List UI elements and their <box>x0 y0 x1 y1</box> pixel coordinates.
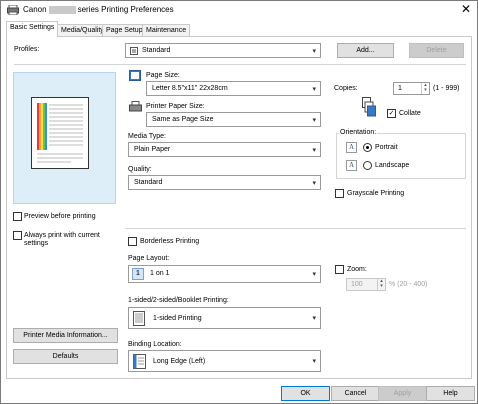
tab-media-quality[interactable]: Media/Quality <box>57 24 108 36</box>
tab-maintenance[interactable]: Maintenance <box>142 24 191 36</box>
zoom-input[interactable]: 100 ▴ ▾ <box>346 278 386 291</box>
chevron-down-icon: ▾ <box>312 86 316 93</box>
one-sided-page-icon <box>133 311 145 326</box>
divider <box>125 228 466 229</box>
quality-value: Standard <box>134 179 163 186</box>
profile-icon <box>130 47 138 55</box>
window-title-prefix: Canon <box>23 5 47 14</box>
page-size-select[interactable]: Letter 8.5"x11" 22x28cm ▾ <box>146 81 321 96</box>
chevron-down-icon: ▾ <box>312 180 316 187</box>
chevron-down-icon: ▾ <box>312 315 316 322</box>
binding-label: Binding Location: <box>128 341 182 348</box>
redacted-model-name <box>48 5 76 14</box>
close-icon[interactable]: ✕ <box>461 3 471 15</box>
printer-media-information-button[interactable]: Printer Media Information... <box>13 328 118 343</box>
page-layout-select[interactable]: 1 1 on 1 ▾ <box>128 265 321 283</box>
landscape-icon: A <box>346 160 357 171</box>
preview-checkbox[interactable] <box>13 212 22 221</box>
chevron-down-icon: ▾ <box>312 48 316 55</box>
spin-down-icon[interactable]: ▾ <box>378 284 385 289</box>
preview-label: Preview before printing <box>24 213 96 220</box>
printer-paper-size-label: Printer Paper Size: <box>146 103 205 110</box>
quality-label: Quality: <box>128 166 152 173</box>
chevron-down-icon: ▾ <box>312 271 316 278</box>
profiles-value: Standard <box>142 47 171 54</box>
help-button[interactable]: Help <box>426 386 475 401</box>
collate-icon <box>362 97 376 117</box>
zoom-value: 100 <box>351 281 363 288</box>
window-title: Canon series Printing Preferences <box>23 5 174 14</box>
tab-page-setup[interactable]: Page Setup <box>102 24 147 36</box>
collate-label: Collate <box>399 110 421 117</box>
page-layout-label: Page Layout: <box>128 255 170 262</box>
binding-value: Long Edge (Left) <box>153 358 206 365</box>
copies-range: (1 - 999) <box>433 85 460 92</box>
cancel-button[interactable]: Cancel <box>331 386 380 401</box>
delete-profile-button[interactable]: Delete <box>409 43 464 58</box>
page-size-label: Page Size: <box>146 72 180 79</box>
portrait-icon: A <box>346 142 357 153</box>
duplex-select[interactable]: 1-sided Printing ▾ <box>128 307 321 329</box>
defaults-button[interactable]: Defaults <box>13 349 118 364</box>
landscape-label: Landscape <box>375 162 410 169</box>
profiles-label: Profiles: <box>14 46 40 53</box>
chevron-down-icon: ▾ <box>312 358 316 365</box>
profiles-select[interactable]: Standard ▾ <box>125 43 321 58</box>
page-preview-image <box>31 97 89 169</box>
portrait-label: Portrait <box>375 144 398 151</box>
printer-paper-size-value: Same as Page Size <box>152 116 214 123</box>
portrait-radio[interactable] <box>363 143 372 152</box>
page-size-value: Letter 8.5"x11" 22x28cm <box>152 85 228 92</box>
zoom-checkbox[interactable] <box>335 265 344 274</box>
always-print-label-line2: settings <box>24 240 49 247</box>
ok-button[interactable]: OK <box>281 386 330 401</box>
always-print-label-line1: Always print with current <box>24 232 100 239</box>
binding-select[interactable]: Long Edge (Left) ▾ <box>128 350 321 372</box>
zoom-range: % (20 - 400) <box>389 281 428 288</box>
printing-preferences-window: Canon series Printing Preferences ✕ Basic… <box>0 0 478 404</box>
grayscale-label: Grayscale Printing <box>347 190 405 197</box>
copies-spinner[interactable]: ▴ ▾ <box>421 83 429 94</box>
copies-input[interactable]: 1 ▴ ▾ <box>393 82 430 95</box>
tab-basic-settings[interactable]: Basic Settings <box>6 21 59 37</box>
borderless-checkbox[interactable] <box>128 237 137 246</box>
printer-paper-size-select[interactable]: Same as Page Size ▾ <box>146 112 321 127</box>
page-size-icon <box>129 70 141 81</box>
orientation-group <box>336 133 466 179</box>
spin-down-icon[interactable]: ▾ <box>422 88 429 93</box>
copies-label: Copies: <box>334 85 358 92</box>
chevron-down-icon: ▾ <box>312 117 316 124</box>
zoom-spinner[interactable]: ▴ ▾ <box>377 279 385 290</box>
collate-checkbox[interactable]: ✓ <box>387 109 396 118</box>
title-bar: Canon series Printing Preferences ✕ <box>1 1 477 19</box>
orientation-label: Orientation: <box>339 129 378 136</box>
quality-select[interactable]: Standard ▾ <box>128 175 321 190</box>
duplex-label: 1-sided/2-sided/Booklet Printing: <box>128 297 229 304</box>
basic-settings-panel: Profiles: Standard ▾ Add... Delete Page … <box>6 36 472 379</box>
add-profile-button[interactable]: Add... <box>337 43 394 58</box>
page-layout-icon: 1 <box>132 268 144 280</box>
grayscale-checkbox[interactable] <box>335 189 344 198</box>
duplex-value: 1-sided Printing <box>153 315 202 322</box>
page-layout-value: 1 on 1 <box>150 270 170 277</box>
zoom-label: Zoom: <box>347 266 367 273</box>
media-type-label: Media Type: <box>128 133 167 140</box>
printer-icon <box>7 5 19 15</box>
chevron-down-icon: ▾ <box>312 147 316 154</box>
printer-paper-icon <box>129 101 142 112</box>
media-type-select[interactable]: Plain Paper ▾ <box>128 142 321 157</box>
copies-value: 1 <box>398 85 402 92</box>
media-type-value: Plain Paper <box>134 146 171 153</box>
always-print-checkbox[interactable] <box>13 231 22 240</box>
borderless-label: Borderless Printing <box>140 238 200 245</box>
landscape-radio[interactable] <box>363 161 372 170</box>
divider <box>14 64 466 65</box>
preview-area <box>13 72 116 204</box>
apply-button[interactable]: Apply <box>378 386 427 401</box>
window-title-suffix: series Printing Preferences <box>77 5 174 14</box>
binding-long-edge-icon <box>133 354 146 369</box>
